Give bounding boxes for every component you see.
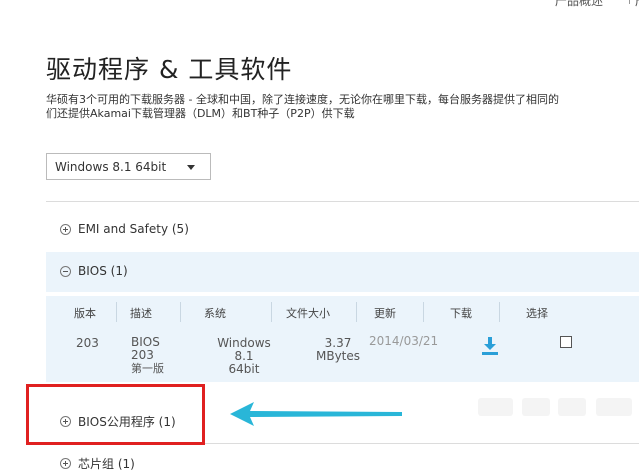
os-select-value: Windows 8.1 64bit [55, 160, 167, 174]
column-divider [116, 302, 117, 322]
column-header-version: 版本 [74, 307, 96, 320]
divider [46, 201, 639, 202]
plus-circle-icon [60, 223, 71, 235]
highlight-box [26, 384, 205, 445]
cell-desc-line: 203 [131, 348, 154, 362]
section-label: BIOS (1) [78, 264, 128, 278]
top-nav: 产品概述 产 [555, 0, 639, 9]
plus-circle-icon [60, 458, 71, 469]
column-divider [423, 302, 424, 322]
watermark [596, 398, 632, 416]
section-label: 芯片组 (1) [78, 457, 135, 471]
section-bios-header [46, 252, 639, 292]
table-header: 版本 描述 系统 文件大小 更新 下载 选择 [46, 296, 639, 327]
description-line-1: 华硕有3个可用的下载服务器 - 全球和中国，除了连接速度，无论你在哪里下载，每台… [46, 93, 559, 106]
watermark [558, 398, 586, 416]
cell-date: 2014/03/21 [369, 334, 439, 348]
cell-version: 203 [76, 336, 99, 350]
os-select-dropdown[interactable]: Windows 8.1 64bit [46, 153, 211, 180]
nav-item-overview[interactable]: 产品概述 [555, 0, 603, 8]
description-line-2: 们还提供Akamai下载管理器（DLM）和BT种子（P2P）供下载 [46, 107, 355, 120]
minus-circle-icon [60, 265, 71, 277]
section-label: EMI and Safety (5) [78, 222, 189, 236]
cell-size-line: MBytes [315, 349, 361, 363]
cell-size: 3.37 MBytes [314, 337, 362, 363]
section-chipset[interactable]: 芯片组 (1) [60, 455, 135, 472]
column-divider [499, 302, 500, 322]
download-icon[interactable] [480, 336, 500, 356]
watermark [522, 398, 550, 416]
page-description: 华硕有3个可用的下载服务器 - 全球和中国，除了连接速度，无论你在哪里下载，每台… [46, 93, 559, 121]
page-title: 驱动程序 & 工具软件 [46, 55, 293, 84]
column-header-download: 下载 [450, 307, 472, 320]
column-header-desc: 描述 [130, 307, 152, 320]
cell-desc-line: 第一版 [131, 362, 164, 375]
cell-os: Windows 8.1 64bit [209, 337, 279, 376]
cell-os-line: 64bit [228, 362, 260, 376]
cell-desc: BIOS 203 第一版 [131, 336, 164, 376]
nav-separator [629, 0, 630, 4]
column-divider [271, 302, 272, 322]
column-header-os: 系统 [204, 307, 226, 320]
section-emi-safety[interactable]: EMI and Safety (5) [60, 222, 189, 236]
select-checkbox[interactable] [560, 336, 572, 348]
column-divider [180, 302, 181, 322]
column-header-updated: 更新 [374, 307, 396, 320]
arrow-icon [230, 402, 402, 426]
table-row: 203 BIOS 203 第一版 Windows 8.1 64bit 3.37 … [46, 327, 639, 382]
cell-os-line: Windows 8.1 [217, 336, 271, 363]
column-divider [356, 302, 357, 322]
nav-item-next[interactable]: 产 [635, 0, 639, 9]
column-header-select: 选择 [526, 307, 548, 320]
chevron-down-icon [187, 165, 195, 170]
column-header-size: 文件大小 [286, 307, 330, 320]
watermark [478, 398, 513, 416]
section-bios[interactable]: BIOS (1) [60, 264, 128, 278]
